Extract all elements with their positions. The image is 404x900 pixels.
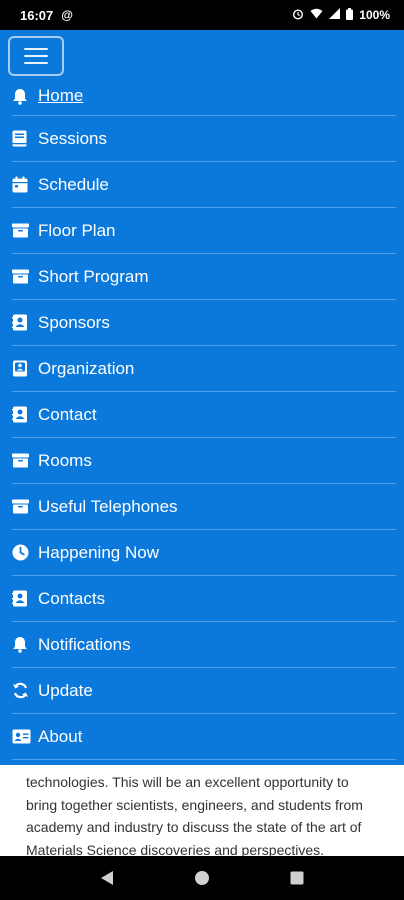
bell-icon bbox=[12, 86, 32, 106]
refresh-icon bbox=[12, 681, 32, 701]
menu-item-contacts[interactable]: Contacts bbox=[12, 576, 396, 622]
battery-percent: 100% bbox=[359, 8, 390, 22]
hamburger-line bbox=[24, 62, 48, 64]
recents-square-icon bbox=[290, 871, 304, 885]
contact-book-icon bbox=[12, 405, 32, 425]
calendar-icon bbox=[12, 175, 32, 195]
battery-icon bbox=[346, 7, 354, 23]
contact-book-icon bbox=[12, 589, 32, 609]
status-bar: 16:07 @ 100% bbox=[0, 0, 404, 30]
archive-icon bbox=[12, 267, 32, 287]
menu-item-label: Update bbox=[38, 680, 93, 700]
clock-icon bbox=[12, 543, 32, 563]
menu-item-label: Rooms bbox=[38, 450, 92, 470]
menu-item-floor-plan[interactable]: Floor Plan bbox=[12, 208, 396, 254]
menu-toggle-button[interactable] bbox=[8, 36, 64, 76]
menu-item-rooms[interactable]: Rooms bbox=[12, 438, 396, 484]
menu-item-update[interactable]: Update bbox=[12, 668, 396, 714]
menu-item-home[interactable]: Home bbox=[12, 77, 396, 116]
address-book-icon bbox=[12, 359, 32, 379]
status-time: 16:07 bbox=[20, 7, 54, 23]
description-text: technologies. This will be an excellent … bbox=[26, 774, 363, 858]
menu-item-about[interactable]: About bbox=[12, 714, 396, 760]
menu-item-short-program[interactable]: Short Program bbox=[12, 254, 396, 300]
menu-item-notifications[interactable]: Notifications bbox=[12, 622, 396, 668]
recents-button[interactable] bbox=[282, 863, 312, 893]
menu-item-contact[interactable]: Contact bbox=[12, 392, 396, 438]
home-circle-icon bbox=[194, 871, 209, 885]
menu-item-sessions[interactable]: Sessions bbox=[12, 116, 396, 162]
id-card-icon bbox=[12, 727, 32, 747]
menu-item-schedule[interactable]: Schedule bbox=[12, 162, 396, 208]
wifi-icon bbox=[310, 8, 323, 22]
hamburger-line bbox=[24, 55, 48, 57]
hamburger-line bbox=[24, 48, 48, 50]
menu-item-label: Contacts bbox=[38, 588, 106, 608]
menu-item-happening-now[interactable]: Happening Now bbox=[12, 530, 396, 576]
menu-item-label: Home bbox=[38, 86, 84, 105]
menu-item-label: Floor Plan bbox=[38, 220, 116, 240]
system-navigation-bar bbox=[0, 856, 404, 900]
navigation-drawer: Home Sessions Schedule Floor Plan Short bbox=[0, 30, 404, 765]
archive-icon bbox=[12, 221, 32, 241]
bell-icon bbox=[12, 635, 32, 655]
book-icon bbox=[12, 129, 32, 149]
back-triangle-icon bbox=[101, 871, 114, 885]
back-button[interactable] bbox=[92, 863, 122, 893]
menu-item-organization[interactable]: Organization bbox=[12, 346, 396, 392]
archive-icon bbox=[12, 497, 32, 517]
menu-item-label: Contact bbox=[38, 404, 97, 424]
at-sign-icon: @ bbox=[61, 8, 73, 22]
menu-item-label: Short Program bbox=[38, 266, 149, 286]
menu-item-label: Happening Now bbox=[38, 542, 159, 562]
menu-item-label: Notifications bbox=[38, 634, 131, 654]
status-indicators: 100% bbox=[292, 7, 390, 23]
menu-item-label: Useful Telephones bbox=[38, 496, 178, 516]
signal-icon bbox=[329, 8, 341, 22]
menu-item-label: Schedule bbox=[38, 174, 109, 194]
menu-item-label: Sponsors bbox=[38, 312, 110, 332]
archive-icon bbox=[12, 451, 32, 471]
contact-book-icon bbox=[12, 313, 32, 333]
menu-item-label: About bbox=[38, 726, 83, 746]
drawer-menu: Home Sessions Schedule Floor Plan Short bbox=[12, 77, 396, 760]
alarm-icon bbox=[292, 8, 304, 23]
menu-item-sponsors[interactable]: Sponsors bbox=[12, 300, 396, 346]
home-button[interactable] bbox=[187, 863, 217, 893]
menu-item-label: Organization bbox=[38, 358, 135, 378]
menu-item-useful-telephones[interactable]: Useful Telephones bbox=[12, 484, 396, 530]
menu-item-label: Sessions bbox=[38, 128, 107, 148]
page-content: technologies. This will be an excellent … bbox=[0, 765, 404, 858]
